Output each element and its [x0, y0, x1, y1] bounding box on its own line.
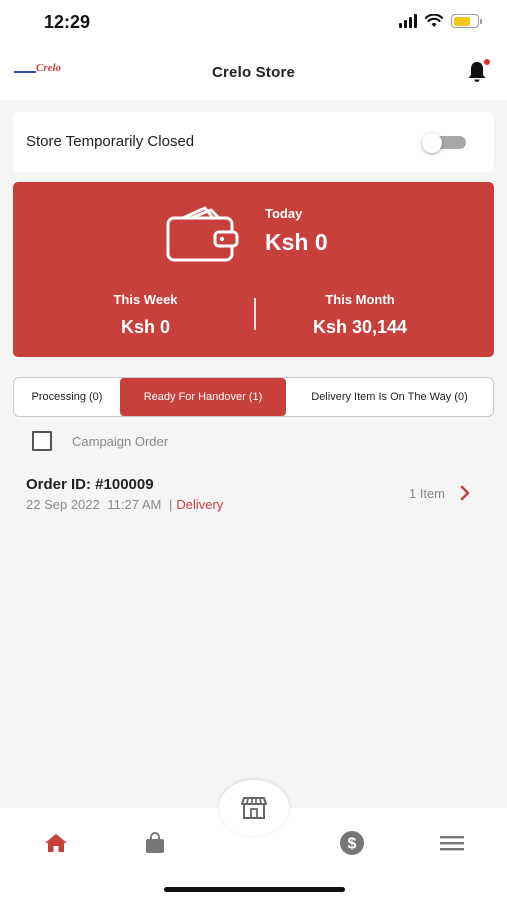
- order-list-item[interactable]: Order ID: #100009 22 Sep 2022 11:27 AM |…: [0, 464, 507, 524]
- status-time: 12:29: [44, 12, 91, 32]
- order-type: Delivery: [176, 497, 224, 512]
- page-title: Crelo Store: [211, 64, 296, 81]
- week-label: This Week: [113, 292, 178, 307]
- order-date: 22 Sep 2022: [26, 497, 100, 512]
- tab-processing[interactable]: Processing (0): [14, 378, 120, 416]
- bottom-navigation: $: [0, 780, 507, 900]
- month-label: This Month: [325, 292, 395, 307]
- chevron-right-icon[interactable]: [459, 485, 471, 501]
- wallet-icon: [166, 206, 239, 262]
- nav-earnings-button[interactable]: $: [337, 828, 367, 858]
- order-meta: 22 Sep 2022 11:27 AM | Delivery: [26, 497, 223, 512]
- campaign-order-filter[interactable]: Campaign Order: [32, 431, 168, 451]
- nav-orders-button[interactable]: [140, 828, 170, 858]
- store-status-card: Store Temporarily Closed: [13, 112, 494, 172]
- order-status-tabs: Processing (0) Ready For Handover (1) De…: [13, 377, 494, 417]
- nav-menu-button[interactable]: [437, 828, 467, 858]
- status-icons: [399, 14, 482, 28]
- order-time: 11:27 AM: [107, 497, 162, 512]
- order-item-count: 1 Item: [408, 486, 445, 501]
- nav-store-button[interactable]: [219, 780, 289, 836]
- svg-text:$: $: [348, 836, 357, 853]
- today-value: Ksh 0: [265, 229, 328, 255]
- tab-delivery-on-the-way[interactable]: Delivery Item Is On The Way (0): [286, 378, 493, 416]
- home-icon: [45, 834, 67, 852]
- week-value: Ksh 0: [120, 317, 171, 337]
- dollar-icon: $: [340, 831, 364, 855]
- nav-home-button[interactable]: [41, 828, 71, 858]
- signal-icon: [399, 14, 417, 28]
- wifi-icon: [425, 14, 443, 27]
- store-closed-label: Store Temporarily Closed: [26, 133, 195, 150]
- home-indicator: [164, 887, 345, 892]
- campaign-order-label: Campaign Order: [72, 433, 169, 449]
- today-label: Today: [265, 206, 303, 221]
- tab-ready-for-handover[interactable]: Ready For Handover (1): [120, 378, 286, 416]
- status-bar: 12:29: [0, 0, 507, 44]
- notification-dot: [483, 58, 491, 66]
- battery-icon: [451, 14, 482, 28]
- store-closed-toggle[interactable]: [422, 133, 466, 153]
- order-separator: |: [168, 497, 173, 512]
- bag-icon: [146, 832, 164, 853]
- order-id: Order ID: #100009: [26, 476, 154, 493]
- store-icon: [241, 797, 267, 819]
- earnings-card: Today Ksh 0 This Week Ksh 0 This Month K…: [13, 182, 494, 357]
- menu-icon: [440, 836, 464, 851]
- notification-bell-button[interactable]: [465, 58, 491, 84]
- campaign-order-checkbox[interactable]: [32, 431, 52, 451]
- app-header: Crelo Crelo Store: [0, 44, 507, 100]
- month-value: Ksh 30,144: [312, 317, 408, 337]
